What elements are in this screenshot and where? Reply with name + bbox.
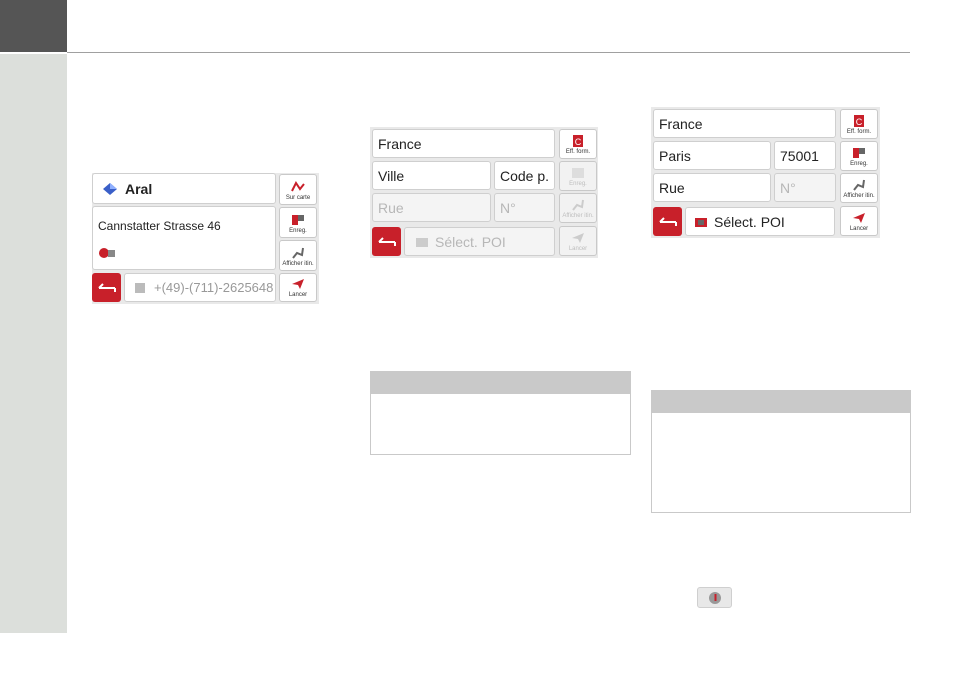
address-entry-screen-filled: France Paris 75001 Rue N° Sélect. POI C … — [651, 107, 880, 238]
poi-name: Aral — [125, 180, 153, 197]
country-field[interactable]: France — [653, 109, 836, 138]
show-route-button[interactable]: Afficher itin. — [279, 240, 317, 271]
launch-icon — [571, 232, 585, 244]
note-header — [371, 372, 630, 394]
clear-form-icon: C — [852, 115, 866, 127]
clear-form-button[interactable]: C Eff. form. — [559, 129, 597, 159]
poi-icon — [695, 217, 707, 227]
back-arrow-icon — [377, 236, 396, 246]
save-button[interactable]: Enreg. — [840, 141, 878, 171]
launch-icon — [291, 278, 305, 290]
postcode-field[interactable]: Code p. — [494, 161, 555, 190]
clear-form-icon: C — [571, 135, 585, 147]
launch-button: Lancer — [559, 226, 597, 256]
address-field: Cannstatter Strasse 46 — [92, 206, 276, 270]
map-icon — [291, 181, 305, 193]
number-field: N° — [774, 173, 836, 202]
save-button: Enreg. — [559, 161, 597, 191]
save-icon — [571, 167, 585, 179]
back-button[interactable] — [653, 207, 682, 236]
save-icon — [291, 214, 305, 226]
chapter-tab — [0, 0, 67, 52]
poi-category-icon — [99, 248, 115, 258]
svg-text:C: C — [575, 137, 582, 147]
show-route-button[interactable]: Afficher itin. — [840, 173, 878, 203]
launch-icon — [852, 212, 866, 224]
phone-field[interactable]: +(49)-(711)-2625648 — [124, 273, 276, 302]
info-icon — [708, 591, 721, 604]
clear-form-button[interactable]: C Eff. form. — [840, 109, 878, 139]
info-button[interactable] — [697, 587, 732, 608]
address-entry-screen-empty: France Ville Code p. Rue N° Sélect. POI … — [370, 127, 598, 258]
phone-number: +(49)-(711)-2625648 — [154, 280, 274, 295]
country-field[interactable]: France — [372, 129, 555, 158]
route-icon — [291, 247, 305, 259]
back-button[interactable] — [92, 273, 121, 302]
save-button[interactable]: Enreg. — [279, 207, 317, 238]
sidebar-margin — [0, 54, 67, 633]
note-box-2 — [651, 390, 911, 513]
header-rule — [67, 52, 910, 53]
show-route-button: Afficher itin. — [559, 193, 597, 223]
poi-icon — [416, 237, 428, 247]
svg-text:C: C — [856, 117, 863, 127]
number-field: N° — [494, 193, 555, 222]
show-on-map-button[interactable]: Sur carte — [279, 174, 317, 205]
launch-button[interactable]: Lancer — [840, 206, 878, 236]
street-field: Rue — [372, 193, 491, 222]
address-text: Cannstatter Strasse 46 — [98, 219, 221, 233]
route-icon — [571, 199, 585, 211]
diamond-arrow-icon — [103, 182, 117, 195]
poi-detail-screen: Aral Cannstatter Strasse 46 +(49)-(711)-… — [92, 173, 319, 304]
select-poi-button[interactable]: Sélect. POI — [685, 207, 835, 236]
select-poi-button: Sélect. POI — [404, 227, 555, 256]
back-arrow-icon — [658, 216, 677, 226]
back-arrow-icon — [97, 282, 116, 292]
route-icon — [852, 179, 866, 191]
poi-name-field: Aral — [92, 173, 276, 204]
save-icon — [852, 147, 866, 159]
note-box-1 — [370, 371, 631, 455]
note-header — [652, 391, 910, 413]
postcode-field[interactable]: 75001 — [774, 141, 836, 170]
back-button[interactable] — [372, 227, 401, 256]
phone-icon — [135, 282, 145, 293]
street-field[interactable]: Rue — [653, 173, 771, 202]
city-field[interactable]: Paris — [653, 141, 771, 170]
launch-button[interactable]: Lancer — [279, 273, 317, 302]
city-field[interactable]: Ville — [372, 161, 491, 190]
